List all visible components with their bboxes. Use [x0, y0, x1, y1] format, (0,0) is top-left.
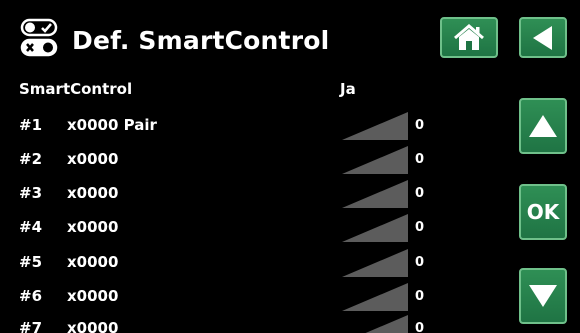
- column-header-smartcontrol: SmartControl: [19, 80, 133, 98]
- list-item[interactable]: #6 x0000 0: [0, 279, 500, 311]
- signal-strength-icon: [342, 180, 408, 208]
- row-number: #5: [19, 253, 43, 271]
- toggle-switches-icon: [20, 18, 58, 57]
- list-item[interactable]: #3 x0000 0: [0, 176, 500, 208]
- home-button[interactable]: [440, 17, 498, 58]
- row-value: 0: [415, 255, 425, 270]
- signal-strength-icon: [342, 283, 408, 311]
- row-address: x0000: [67, 287, 119, 305]
- list-item[interactable]: #1 x0000 Pair 0: [0, 108, 500, 140]
- back-button[interactable]: [519, 17, 567, 58]
- row-address: x0000: [67, 319, 119, 333]
- home-icon: [454, 23, 484, 50]
- ok-button-label: OK: [526, 200, 560, 224]
- scroll-down-button[interactable]: [519, 268, 567, 324]
- row-address: x0000: [67, 150, 119, 168]
- signal-strength-icon: [365, 315, 408, 333]
- row-address: x0000 Pair: [67, 116, 157, 134]
- row-number: #4: [19, 218, 43, 236]
- row-number: #1: [19, 116, 43, 134]
- list-item[interactable]: #5 x0000 0: [0, 245, 500, 277]
- row-value: 0: [415, 118, 425, 133]
- ok-button[interactable]: OK: [519, 184, 567, 240]
- list-item[interactable]: #2 x0000 0: [0, 142, 500, 174]
- signal-strength-icon: [342, 146, 408, 174]
- row-value: 0: [415, 152, 425, 167]
- column-header-ja: Ja: [340, 80, 356, 98]
- row-address: x0000: [67, 218, 119, 236]
- screen: Def. SmartControl OK SmartControl Ja #1 …: [0, 0, 580, 333]
- back-arrow-icon: [533, 25, 552, 50]
- scroll-up-button[interactable]: [519, 98, 567, 154]
- row-value: 0: [415, 289, 425, 304]
- page-title: Def. SmartControl: [72, 26, 330, 55]
- down-arrow-icon: [529, 285, 557, 307]
- list-item[interactable]: #7 x0000 0: [0, 311, 500, 333]
- signal-strength-icon: [342, 249, 408, 277]
- list-item[interactable]: #4 x0000 0: [0, 210, 500, 242]
- row-number: #2: [19, 150, 43, 168]
- signal-strength-icon: [342, 214, 408, 242]
- row-value: 0: [415, 186, 425, 201]
- row-number: #3: [19, 184, 43, 202]
- row-value: 0: [415, 321, 425, 333]
- row-address: x0000: [67, 184, 119, 202]
- row-number: #6: [19, 287, 43, 305]
- row-address: x0000: [67, 253, 119, 271]
- row-value: 0: [415, 220, 425, 235]
- up-arrow-icon: [529, 115, 557, 137]
- signal-strength-icon: [342, 112, 408, 140]
- row-number: #7: [19, 319, 43, 333]
